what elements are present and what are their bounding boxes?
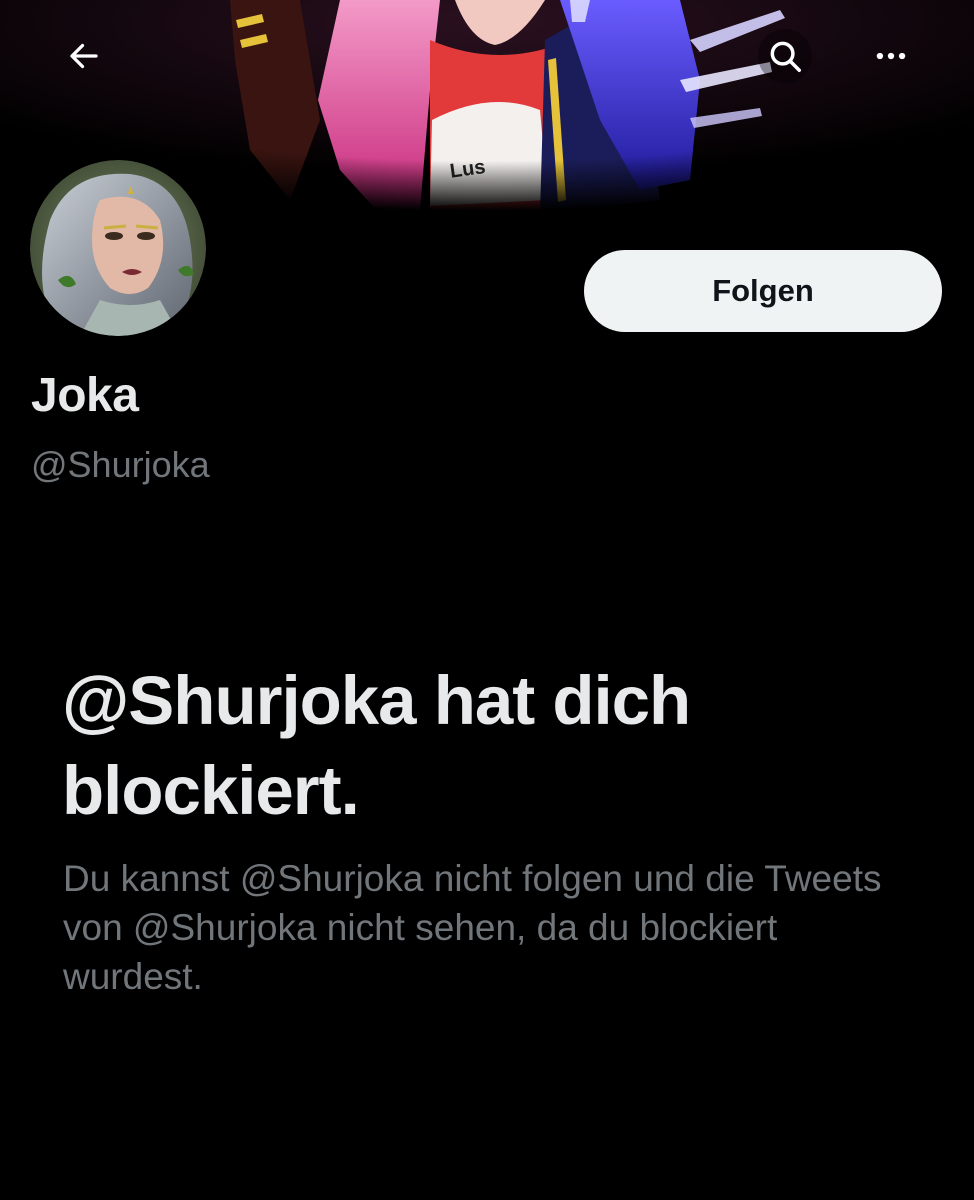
search-button[interactable] bbox=[758, 29, 812, 83]
follow-button[interactable]: Folgen bbox=[584, 250, 942, 332]
avatar-image bbox=[30, 160, 206, 336]
arrow-left-icon bbox=[70, 43, 98, 69]
blocked-title: @Shurjoka hat dich blockiert. bbox=[62, 662, 691, 829]
profile-avatar[interactable] bbox=[30, 160, 206, 336]
search-icon bbox=[770, 41, 801, 72]
profile-handle: @Shurjoka bbox=[31, 444, 210, 485]
blocked-description: Du kannst @Shurjoka nicht folgen und die… bbox=[63, 858, 882, 997]
more-horizontal-icon bbox=[876, 52, 906, 60]
more-options-button[interactable] bbox=[864, 29, 918, 83]
back-button[interactable] bbox=[57, 29, 111, 83]
profile-display-name: Joka bbox=[31, 369, 139, 422]
